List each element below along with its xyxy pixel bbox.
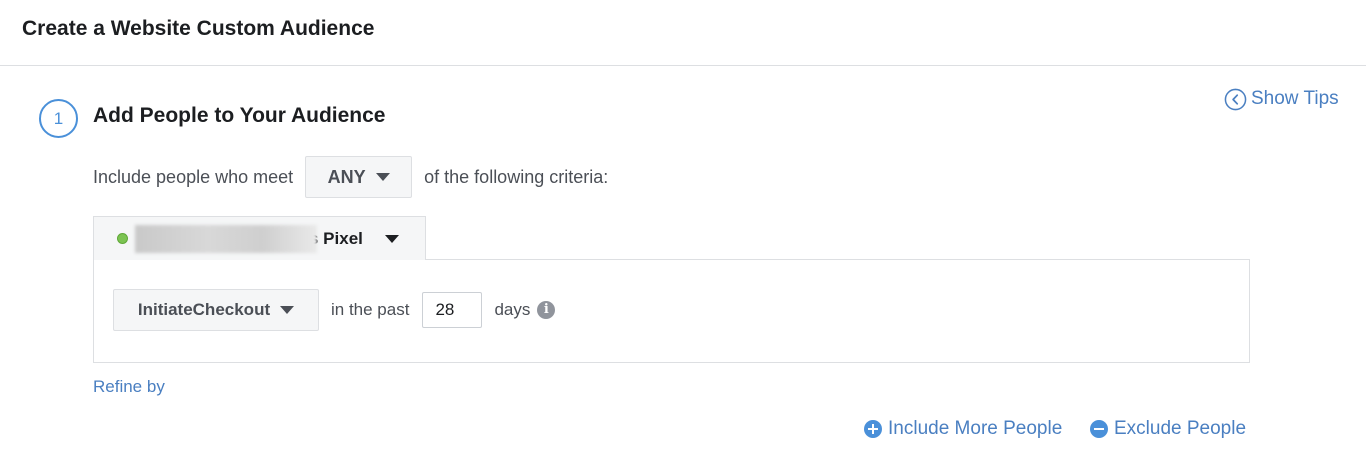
- criteria-row: Include people who meet ANY of the follo…: [93, 156, 608, 198]
- days-input[interactable]: [422, 292, 483, 328]
- dialog-title: Create a Website Custom Audience: [22, 17, 375, 40]
- rule-row: InitiateCheckout in the past days i: [113, 289, 556, 331]
- pixel-selector-dropdown[interactable]: s Pixel: [93, 216, 426, 260]
- plus-circle-icon: [864, 420, 882, 438]
- dialog-header: Create a Website Custom Audience: [0, 0, 1366, 66]
- caret-down-icon: [375, 173, 390, 181]
- match-type-dropdown[interactable]: ANY: [305, 156, 413, 198]
- minus-circle-icon: [1090, 420, 1108, 438]
- show-tips-link[interactable]: Show Tips: [1224, 87, 1339, 111]
- pixel-name: s Pixel: [309, 228, 363, 248]
- refine-by-link[interactable]: Refine by: [93, 377, 165, 397]
- step-number-badge: 1: [39, 99, 78, 138]
- info-icon[interactable]: i: [537, 301, 556, 319]
- caret-down-icon: [280, 306, 295, 314]
- show-tips-label: Show Tips: [1251, 88, 1339, 109]
- include-more-people-label: Include More People: [888, 418, 1063, 439]
- event-dropdown[interactable]: InitiateCheckout: [113, 289, 319, 331]
- caret-down-icon: [384, 234, 399, 243]
- in-the-past-label: in the past: [331, 300, 410, 319]
- include-more-people-link[interactable]: Include More People: [864, 417, 1062, 441]
- event-value: InitiateCheckout: [137, 300, 271, 319]
- rule-box: InitiateCheckout in the past days i: [93, 259, 1250, 363]
- match-type-value: ANY: [327, 166, 366, 187]
- redacted-pixel-name: [135, 224, 317, 253]
- criteria-prefix: Include people who meet: [93, 166, 294, 187]
- criteria-suffix: of the following criteria:: [424, 166, 609, 187]
- exclude-people-link[interactable]: Exclude People: [1090, 417, 1246, 441]
- days-label: days: [494, 300, 531, 319]
- section-title: Add People to Your Audience: [93, 104, 386, 127]
- pixel-status-dot: [117, 233, 128, 244]
- chevron-left-circle-icon: [1224, 88, 1247, 110]
- exclude-people-label: Exclude People: [1114, 418, 1247, 439]
